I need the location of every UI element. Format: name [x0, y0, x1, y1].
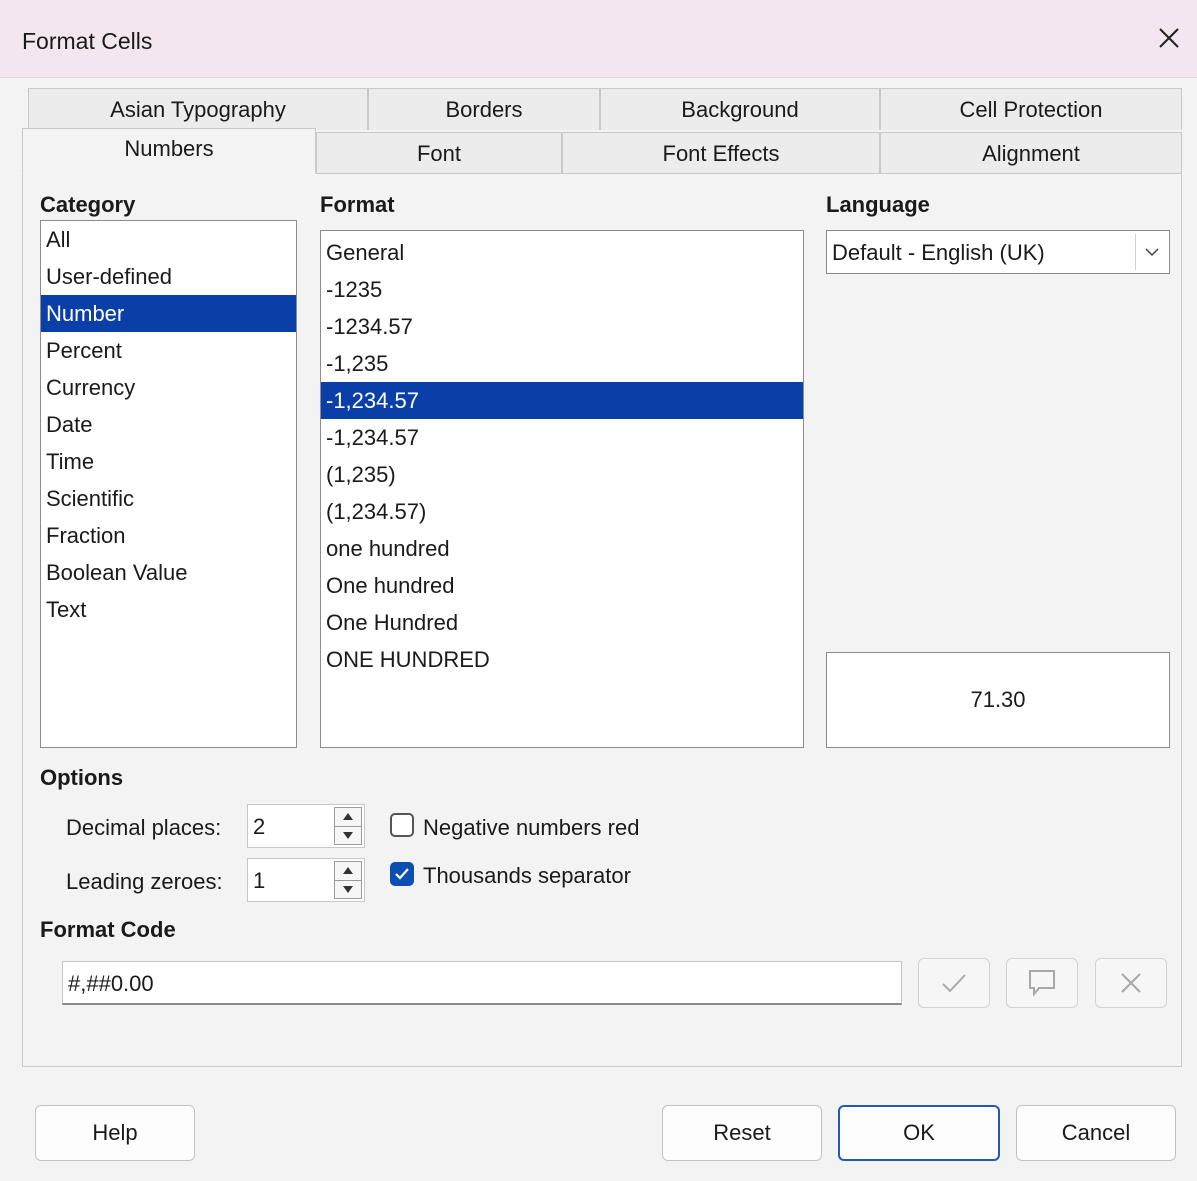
- tab-numbers[interactable]: Numbers: [22, 128, 316, 174]
- format-item[interactable]: -1,235: [321, 345, 803, 382]
- category-item[interactable]: Percent: [41, 332, 296, 369]
- format-code-value: #,##0.00: [68, 971, 154, 996]
- format-code-label: Format Code: [40, 917, 176, 942]
- title-bar: Format Cells: [0, 0, 1197, 78]
- reset-button[interactable]: Reset: [662, 1105, 822, 1161]
- category-item[interactable]: All: [41, 221, 296, 258]
- spin-up-button[interactable]: [335, 808, 361, 827]
- language-dropdown[interactable]: Default - English (UK): [826, 230, 1170, 274]
- category-item[interactable]: Text: [41, 591, 296, 628]
- decimal-places-value: 2: [253, 814, 266, 839]
- language-value: Default - English (UK): [832, 240, 1045, 265]
- tab-cell-protection[interactable]: Cell Protection: [880, 88, 1182, 130]
- arrow-up-icon: [343, 867, 353, 875]
- apply-code-button[interactable]: [918, 958, 990, 1008]
- format-code-input[interactable]: #,##0.00: [62, 961, 902, 1005]
- comment-button[interactable]: [1006, 958, 1078, 1008]
- tab-background[interactable]: Background: [600, 88, 880, 130]
- spin-down-button[interactable]: [335, 881, 361, 899]
- format-item[interactable]: General: [321, 234, 803, 271]
- help-button[interactable]: Help: [35, 1105, 195, 1161]
- comment-icon: [1029, 970, 1055, 997]
- format-item[interactable]: -1,234.57: [321, 382, 803, 419]
- category-item[interactable]: Date: [41, 406, 296, 443]
- format-item[interactable]: -1234.57: [321, 308, 803, 345]
- ok-button[interactable]: OK: [838, 1105, 1000, 1161]
- tab-font[interactable]: Font: [316, 132, 562, 174]
- tab-asian-typography[interactable]: Asian Typography: [28, 88, 368, 130]
- thousands-separator-checkbox[interactable]: [390, 862, 414, 886]
- language-label: Language: [826, 192, 930, 217]
- format-item[interactable]: (1,235): [321, 456, 803, 493]
- spin-up-button[interactable]: [335, 862, 361, 881]
- negative-red-label: Negative numbers red: [423, 815, 640, 840]
- tab-borders[interactable]: Borders: [368, 88, 600, 130]
- arrow-down-icon: [343, 885, 353, 893]
- category-list[interactable]: All User-defined Number Percent Currency Date…: [40, 220, 297, 748]
- dialog-title: Format Cells: [22, 28, 153, 54]
- leading-zeroes-label: Leading zeroes:: [66, 869, 223, 894]
- category-item[interactable]: User-defined: [41, 258, 296, 295]
- preview-value: 71.30: [970, 687, 1026, 712]
- decimal-places-spinner[interactable]: 2: [247, 804, 365, 848]
- category-item[interactable]: Time: [41, 443, 296, 480]
- arrow-down-icon: [343, 831, 353, 839]
- options-label: Options: [40, 765, 124, 790]
- close-icon: [1121, 973, 1141, 993]
- format-item[interactable]: One hundred: [321, 567, 803, 604]
- format-list[interactable]: General -1235 -1234.57 -1,235 -1,234.57 -1,23…: [320, 230, 804, 748]
- category-item[interactable]: Boolean Value: [41, 554, 296, 591]
- tab-font-effects[interactable]: Font Effects: [562, 132, 880, 174]
- cancel-button[interactable]: Cancel: [1016, 1105, 1176, 1161]
- close-button[interactable]: [1149, 18, 1189, 58]
- category-item[interactable]: Fraction: [41, 517, 296, 554]
- format-item[interactable]: -1235: [321, 271, 803, 308]
- spin-down-button[interactable]: [335, 827, 361, 845]
- delete-code-button[interactable]: [1095, 958, 1167, 1008]
- leading-zeroes-value: 1: [253, 868, 266, 893]
- dropdown-button[interactable]: [1135, 234, 1167, 270]
- decimal-places-label: Decimal places:: [66, 815, 222, 840]
- category-item[interactable]: Number: [41, 295, 296, 332]
- category-item[interactable]: Currency: [41, 369, 296, 406]
- arrow-up-icon: [343, 813, 353, 821]
- category-label: Category: [40, 192, 136, 217]
- tab-alignment[interactable]: Alignment: [880, 132, 1182, 174]
- format-item[interactable]: One Hundred: [321, 604, 803, 641]
- thousands-separator-label: Thousands separator: [423, 863, 631, 888]
- negative-red-checkbox[interactable]: [390, 813, 414, 837]
- category-item[interactable]: Scientific: [41, 480, 296, 517]
- leading-zeroes-spinner[interactable]: 1: [247, 858, 365, 902]
- chevron-down-icon: [1144, 248, 1159, 257]
- format-preview: 71.30: [826, 652, 1170, 748]
- format-label: Format: [320, 192, 395, 217]
- format-item[interactable]: one hundred: [321, 530, 803, 567]
- close-icon: [1159, 28, 1179, 48]
- format-item[interactable]: ONE HUNDRED: [321, 641, 803, 678]
- checkmark-icon: [395, 868, 409, 880]
- format-item[interactable]: -1,234.57: [321, 419, 803, 456]
- check-icon: [942, 974, 966, 993]
- format-item[interactable]: (1,234.57): [321, 493, 803, 530]
